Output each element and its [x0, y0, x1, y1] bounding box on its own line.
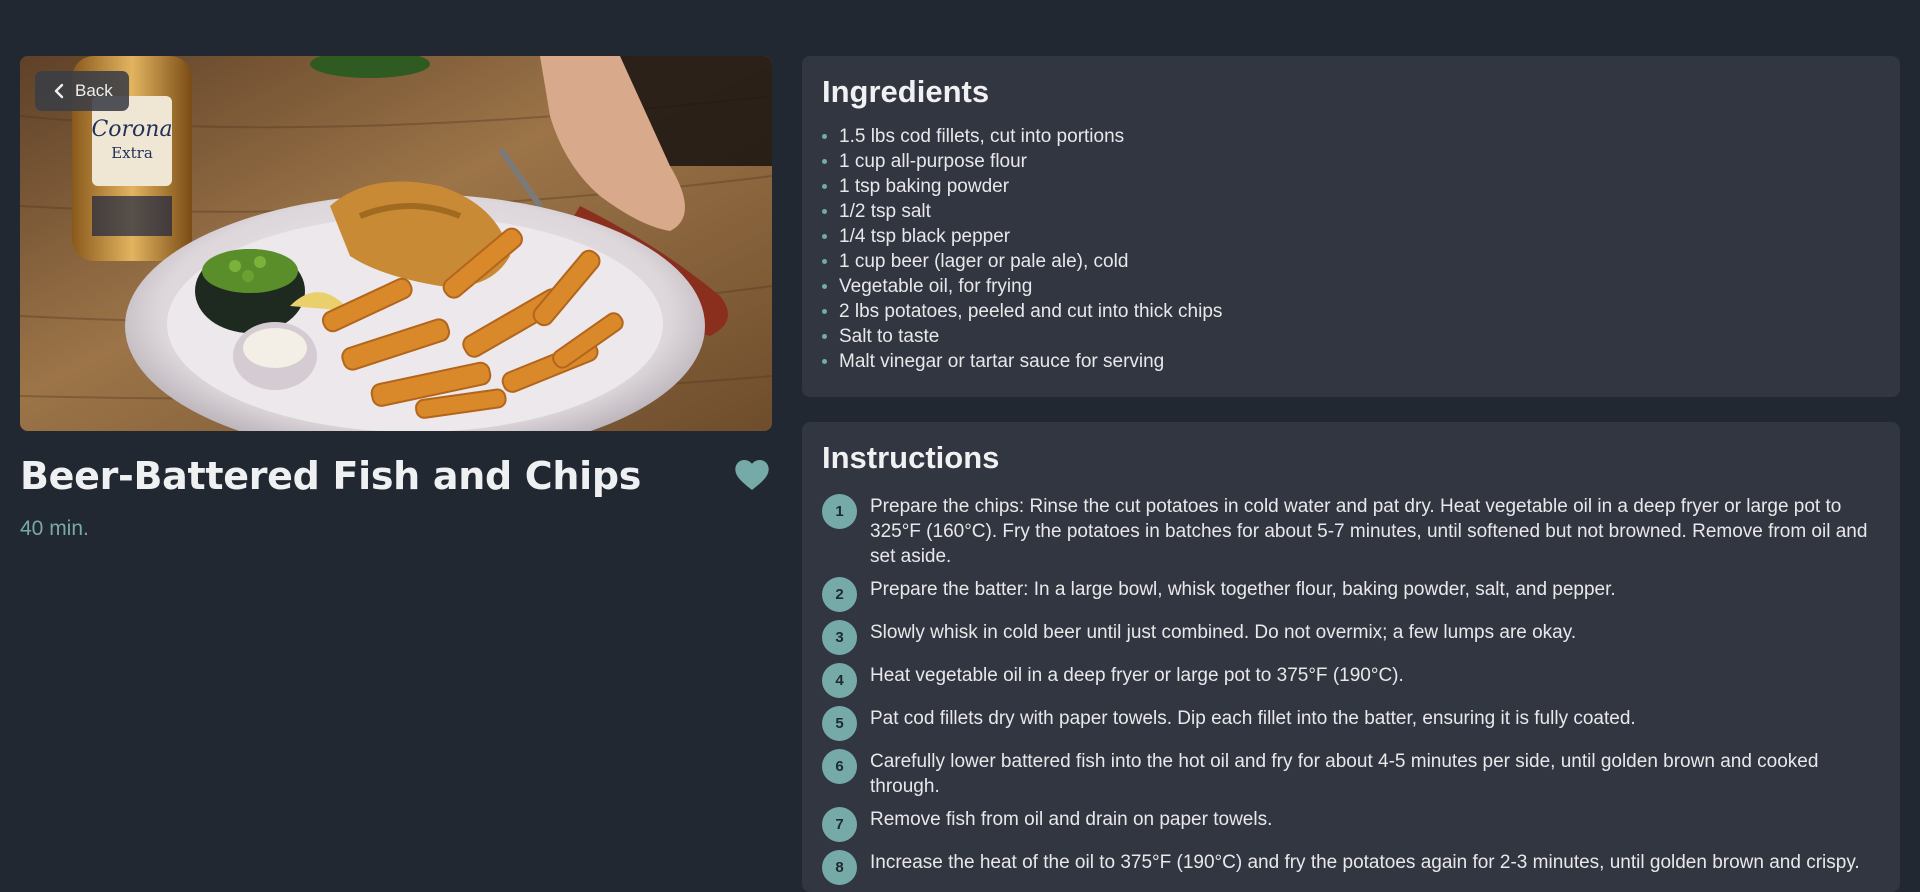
ingredients-card: Ingredients 1.5 lbs cod fillets, cut int…: [802, 56, 1900, 397]
step-number-badge: 2: [822, 577, 857, 612]
ingredients-heading: Ingredients: [822, 74, 990, 109]
ingredient-text: 1.5 lbs cod fillets, cut into portions: [839, 126, 1125, 147]
step-number-badge: 3: [822, 620, 857, 655]
ingredient-text: Malt vinegar or tartar sauce for serving: [839, 351, 1165, 372]
bullet-icon: [822, 209, 827, 214]
bullet-icon: [822, 259, 827, 264]
bullet-icon: [822, 284, 827, 289]
ingredient-text: 1 cup all-purpose flour: [839, 151, 1027, 172]
bullet-icon: [822, 234, 827, 239]
step-number-badge: 4: [822, 663, 857, 698]
ingredient-item: 1.5 lbs cod fillets, cut into portions: [822, 124, 1880, 149]
ingredient-item: 1 tsp baking powder: [822, 174, 1880, 199]
ingredient-text: Salt to taste: [839, 326, 940, 347]
svg-text:Extra: Extra: [111, 144, 153, 162]
cook-time: 40 min.: [20, 517, 89, 540]
recipe-photo: Corona Extra Back: [20, 56, 772, 431]
instruction-step: 4 Heat vegetable oil in a deep fryer or l…: [822, 663, 1880, 698]
step-number-badge: 7: [822, 807, 857, 842]
ingredient-text: 2 lbs potatoes, peeled and cut into thic…: [839, 301, 1223, 322]
ingredient-text: Vegetable oil, for frying: [839, 276, 1033, 297]
step-number-badge: 6: [822, 749, 857, 784]
instruction-step: 1 Prepare the chips: Rinse the cut potato…: [822, 494, 1880, 569]
ingredient-item: 1 cup beer (lager or pale ale), cold: [822, 249, 1880, 274]
ingredient-text: 1/2 tsp salt: [839, 201, 931, 222]
ingredient-item: 1/4 tsp black pepper: [822, 224, 1880, 249]
instruction-step: 8 Increase the heat of the oil to 375°F (…: [822, 850, 1880, 885]
ingredient-text: 1/4 tsp black pepper: [839, 226, 1011, 247]
instruction-step: 7 Remove fish from oil and drain on paper…: [822, 807, 1880, 842]
ingredient-text: 1 cup beer (lager or pale ale), cold: [839, 251, 1129, 272]
heart-icon: [735, 460, 769, 490]
step-text: Remove fish from oil and drain on paper …: [870, 809, 1273, 830]
ingredient-text: 1 tsp baking powder: [839, 176, 1010, 197]
step-text: Prepare the chips: Rinse the cut potatoe…: [870, 496, 1868, 567]
bullet-icon: [822, 309, 827, 314]
step-number-badge: 5: [822, 706, 857, 741]
step-text: Slowly whisk in cold beer until just com…: [870, 622, 1577, 643]
svg-text:Corona: Corona: [91, 117, 172, 142]
step-number-badge: 8: [822, 850, 857, 885]
back-button[interactable]: Back: [35, 71, 129, 111]
instruction-step: 5 Pat cod fillets dry with paper towels. …: [822, 706, 1880, 741]
instruction-step: 2 Prepare the batter: In a large bowl, wh…: [822, 577, 1880, 612]
bullet-icon: [822, 184, 827, 189]
step-text: Pat cod fillets dry with paper towels. D…: [870, 708, 1636, 729]
bullet-icon: [822, 159, 827, 164]
ingredient-item: 2 lbs potatoes, peeled and cut into thic…: [822, 299, 1880, 324]
recipe-summary: Corona Extra Back Beer-Battered Fish and…: [20, 56, 772, 541]
bullet-icon: [822, 334, 827, 339]
back-button-label: Back: [75, 81, 113, 100]
ingredient-item: Malt vinegar or tartar sauce for serving: [822, 349, 1880, 374]
fish-and-chips-photo: Corona Extra: [20, 56, 772, 431]
instructions-heading: Instructions: [822, 440, 1000, 475]
ingredient-item: 1 cup all-purpose flour: [822, 149, 1880, 174]
step-text: Heat vegetable oil in a deep fryer or la…: [870, 665, 1404, 686]
favorite-button[interactable]: [732, 455, 772, 495]
instructions-steps: 1 Prepare the chips: Rinse the cut potato…: [822, 494, 1880, 885]
ingredient-item: 1/2 tsp salt: [822, 199, 1880, 224]
bullet-icon: [822, 134, 827, 139]
bullet-icon: [822, 359, 827, 364]
ingredients-list: 1.5 lbs cod fillets, cut into portions 1 …: [822, 124, 1880, 374]
title-row: Beer-Battered Fish and Chips: [20, 453, 772, 503]
chevron-left-icon: [53, 83, 65, 99]
instructions-card: Instructions 1 Prepare the chips: Rinse t…: [802, 422, 1900, 892]
instruction-step: 3 Slowly whisk in cold beer until just co…: [822, 620, 1880, 655]
step-text: Increase the heat of the oil to 375°F (1…: [870, 852, 1860, 873]
recipe-title: Beer-Battered Fish and Chips: [20, 454, 642, 498]
ingredient-item: Vegetable oil, for frying: [822, 274, 1880, 299]
step-text: Prepare the batter: In a large bowl, whi…: [870, 579, 1616, 600]
instruction-step: 6 Carefully lower battered fish into the …: [822, 749, 1880, 799]
step-number-badge: 1: [822, 494, 857, 529]
step-text: Carefully lower battered fish into the h…: [870, 751, 1819, 797]
ingredient-item: Salt to taste: [822, 324, 1880, 349]
